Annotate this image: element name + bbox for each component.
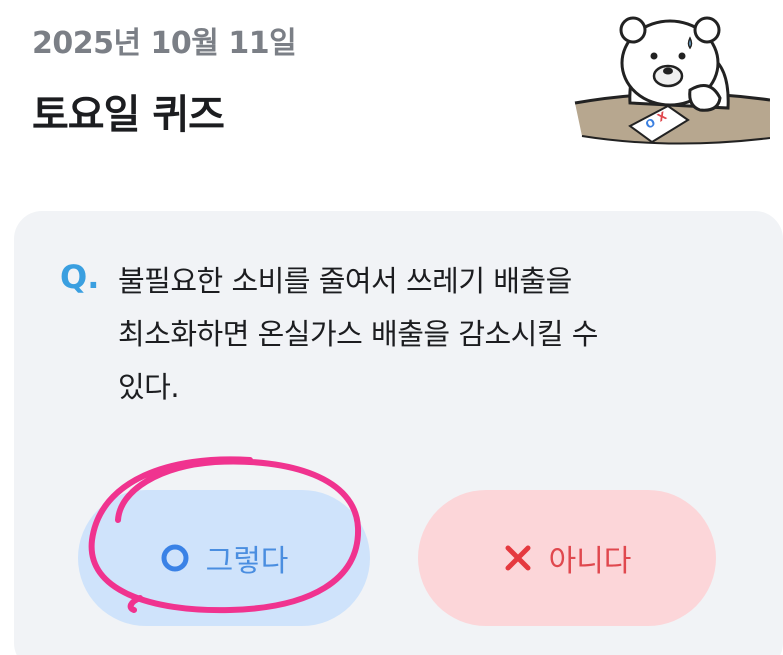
circle-o-icon bbox=[160, 543, 190, 573]
page-title: 토요일 퀴즈 bbox=[32, 92, 225, 138]
answer-yes-label: 그렇다 bbox=[205, 544, 289, 579]
polar-bear-icon: O X bbox=[574, 16, 770, 145]
answer-no-label: 아니다 bbox=[548, 544, 632, 579]
quiz-date: 2025년 10월 11일 bbox=[32, 26, 297, 61]
answer-yes-button[interactable]: 그렇다 bbox=[78, 490, 370, 626]
question-text: 불필요한 소비를 줄여서 쓰레기 배출을 최소화하면 온실가스 배출을 감소시킬… bbox=[118, 264, 598, 404]
question-marker: Q. bbox=[60, 258, 100, 296]
answer-no-button[interactable]: 아니다 bbox=[418, 490, 716, 626]
x-mark-icon bbox=[503, 543, 533, 573]
quiz-page: 2025년 10월 11일 토요일 퀴즈 O X Q. 불필요한 소비를 줄여서… bbox=[0, 0, 783, 655]
